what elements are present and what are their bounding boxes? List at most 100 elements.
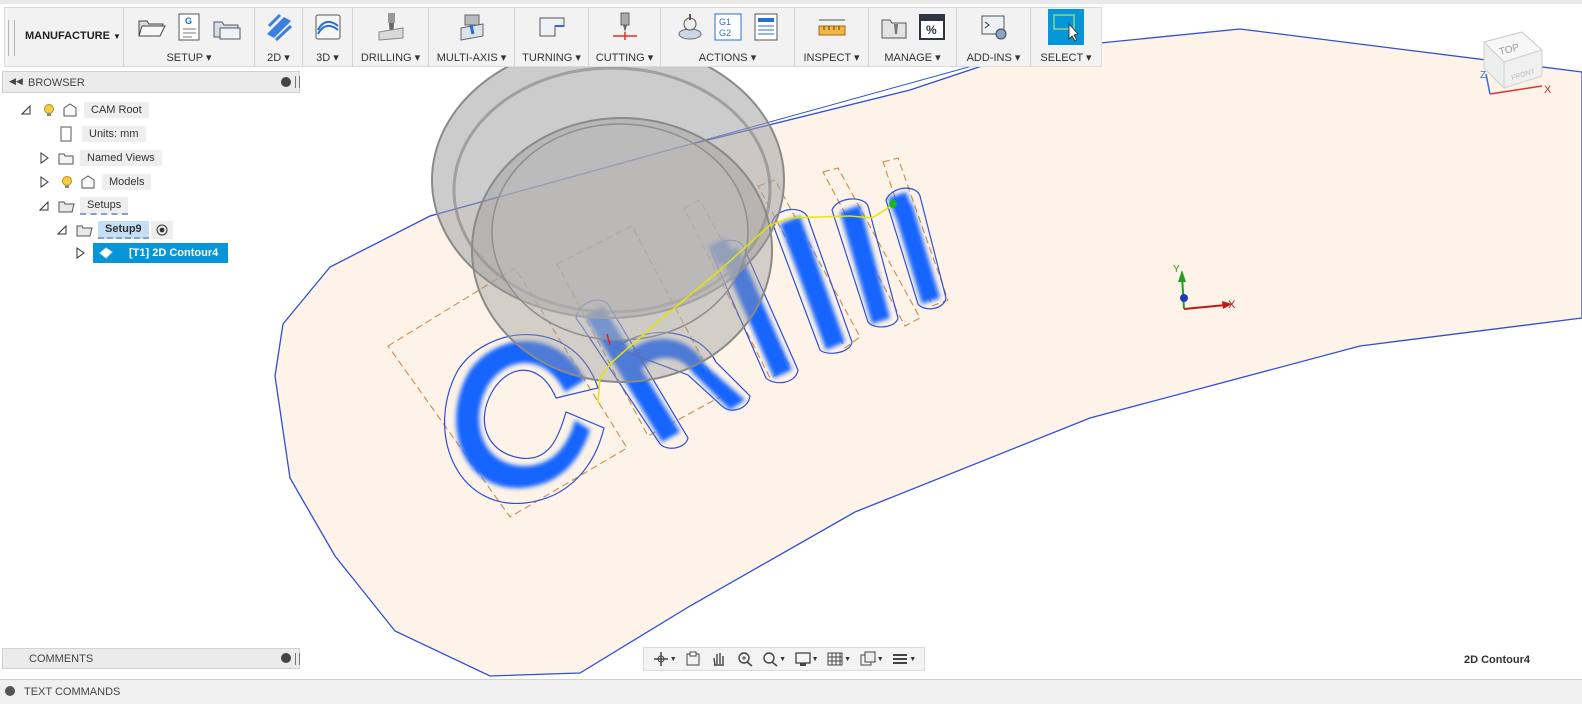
grid-settings-button[interactable]: ▼ [826,651,851,667]
tree-node-cam-root[interactable]: CAM Root [20,100,149,120]
display-settings-icon [794,652,811,666]
lightbulb-icon[interactable] [42,103,56,117]
browser-collapse-button[interactable] [281,77,291,87]
3d-adaptive-button[interactable] [313,12,343,42]
post-library-button[interactable]: % [917,12,947,42]
workspace-switcher[interactable]: MANUFACTURE ▼ [25,30,121,42]
toolbar-group-select-label[interactable]: SELECT ▾ [1031,51,1101,64]
toolbar-group-2d-label[interactable]: 2D ▾ [255,51,302,64]
tree-label-models: Models [102,174,152,190]
folder-icon [58,150,74,166]
toolbar-group-manage-label[interactable]: MANAGE ▾ [869,51,956,64]
caret-down-icon: ▼ [844,655,852,663]
2d-contour-button[interactable] [264,12,294,42]
toolbar: MANUFACTURE ▼ G SETUP ▾ 2D ▾ 3D ▾ DRILLI… [4,7,1102,67]
viewcube-x-label: X [1544,84,1552,96]
panel-resize-handle[interactable] [295,653,300,665]
setup-sheet-action-button[interactable] [751,12,781,42]
active-setup-radio-icon[interactable] [150,221,173,239]
post-process-g1-text: G1 [719,17,731,27]
add-comment-button[interactable] [281,653,291,663]
collapsed-triangle-icon[interactable] [38,152,50,164]
collapsed-triangle-icon[interactable] [74,247,86,259]
tree-node-setups[interactable]: Setups [38,196,129,216]
caret-down-icon: ▼ [779,655,787,663]
toolbar-group-turning-label[interactable]: TURNING ▾ [515,51,588,64]
toolbar-group-multi-axis-label[interactable]: MULTI-AXIS ▾ [429,51,514,64]
document-icon [58,126,74,142]
cursor-select-icon [1053,14,1079,42]
zoom-button[interactable] [736,651,754,667]
viewport-canvas[interactable]: X Y [0,0,1582,703]
toolbar-group-cutting-label[interactable]: CUTTING ▾ [589,51,660,64]
tree-node-named-views[interactable]: Named Views [38,148,162,168]
toolbar-group-actions: G1 G2 ACTIONS ▾ [661,8,795,66]
viewports-button[interactable]: ▼ [859,651,884,667]
start-point [889,200,897,208]
toolbar-group-drilling: DRILLING ▾ [353,8,429,66]
drill-button[interactable] [376,12,406,42]
tree-label-units: Units: mm [82,126,146,142]
look-at-button[interactable] [684,651,702,667]
orbit-button[interactable]: ▼ [652,651,677,667]
tool-library-button[interactable] [879,12,909,42]
new-setup-button[interactable] [136,12,166,42]
simulate-icon [678,14,701,40]
workspace-label: MANUFACTURE [25,30,110,42]
toolbar-group-inspect-label[interactable]: INSPECT ▾ [795,51,868,64]
cutting-button[interactable] [610,12,640,42]
setups-folder-icon [58,198,76,214]
multi-axis-icon [460,14,483,41]
post-process-button[interactable]: G1 G2 [713,12,743,42]
panel-resize-handle[interactable] [295,76,300,88]
collapsed-triangle-icon[interactable] [38,176,50,188]
lightbulb-icon[interactable] [60,175,74,189]
grid-icon [827,652,843,666]
tree-node-2d-contour4[interactable]: [T1] 2D Contour4 [74,243,229,263]
turning-button[interactable] [537,12,567,42]
collapse-panel-icon[interactable]: ◀◀ [9,76,23,87]
toolbar-grip[interactable] [8,20,15,56]
select-button[interactable] [1048,9,1084,45]
triad-y-label: Y [1173,264,1180,275]
toolbar-group-add-ins-label[interactable]: ADD-INS ▾ [957,51,1030,64]
pan-button[interactable] [710,651,728,667]
environment-button[interactable]: ▼ [891,651,916,667]
multi-axis-button[interactable] [457,12,487,42]
toolbar-group-setup-label[interactable]: SETUP ▾ [124,51,254,64]
toolbar-group-actions-label[interactable]: ACTIONS ▾ [661,51,794,64]
expanded-triangle-icon[interactable] [56,224,68,236]
toolbar-group-select: SELECT ▾ [1031,8,1101,66]
fit-button[interactable]: ▼ [761,651,786,667]
component-icon [80,174,96,190]
tree-node-setup9[interactable]: Setup9 [56,220,173,240]
expand-text-commands-button[interactable] [5,686,15,696]
selected-operation-row[interactable]: [T1] 2D Contour4 [93,243,229,263]
tree-label-cam-root: CAM Root [84,102,149,118]
toolbar-group-drilling-label[interactable]: DRILLING ▾ [353,51,428,64]
expanded-triangle-icon[interactable] [38,200,50,212]
triad-x-label: X [1228,299,1236,311]
nc-program-g-text: G [185,16,192,26]
post-process-icon: G1G2 [714,13,741,41]
tree-label-2d-contour4: [T1] 2D Contour4 [129,247,219,259]
measure-button[interactable] [817,12,847,42]
nc-program-button[interactable]: G [174,12,204,42]
status-operation-label: 2D Contour4 [1464,654,1530,666]
tree-node-models[interactable]: Models [38,172,152,192]
toolbar-group-3d-label[interactable]: 3D ▾ [303,51,352,64]
3d-surface-icon [315,14,340,40]
caret-down-icon: ▼ [811,655,819,663]
setup-sheet-button[interactable] [212,12,242,42]
simulate-button[interactable] [675,12,705,42]
viewcube[interactable]: TOP FRONT X Z [1476,30,1556,100]
tree-node-units[interactable]: Units: mm [58,124,146,144]
text-commands-label: TEXT COMMANDS [24,686,121,698]
display-settings-button[interactable]: ▼ [794,651,819,667]
tree-label-setup9: Setup9 [98,221,149,239]
expanded-triangle-icon[interactable] [20,104,32,116]
scripts-addins-button[interactable] [979,12,1009,42]
setup-icon [76,222,94,238]
layers-icon [893,654,908,664]
toolbar-group-3d: 3D ▾ [303,8,353,66]
